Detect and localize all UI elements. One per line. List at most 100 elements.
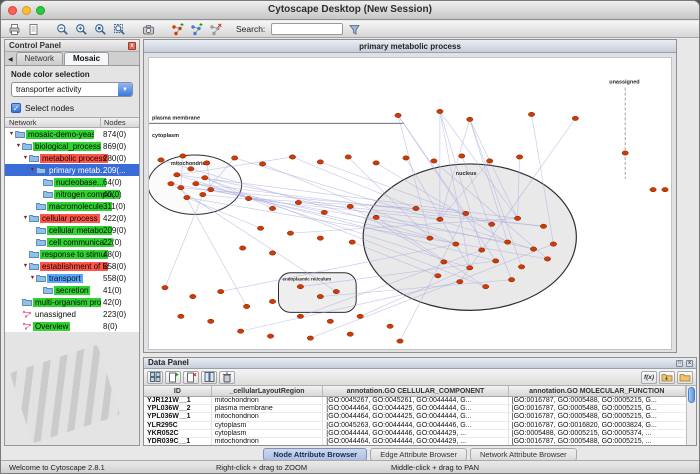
- network-node[interactable]: [257, 226, 263, 230]
- network-node[interactable]: [508, 278, 514, 282]
- network-node[interactable]: [467, 117, 473, 121]
- delete-attribute-button[interactable]: [183, 371, 199, 384]
- expander-icon[interactable]: ▼: [15, 143, 22, 149]
- filter-button[interactable]: [346, 22, 362, 37]
- export-button[interactable]: [25, 22, 41, 37]
- column-header[interactable]: ID: [144, 386, 212, 396]
- network-node[interactable]: [317, 236, 323, 240]
- tree-row[interactable]: Overview8(0): [5, 320, 139, 332]
- table-row[interactable]: YDR039C__1mitochondrion[GO:0044464, GO:0…: [144, 438, 686, 445]
- network-node[interactable]: [243, 304, 249, 308]
- network-node[interactable]: [347, 332, 353, 336]
- network-node[interactable]: [208, 319, 214, 323]
- tree-row[interactable]: nitrogen compo...40(0): [5, 188, 139, 200]
- network-node[interactable]: [349, 240, 355, 244]
- network-node[interactable]: [387, 324, 393, 328]
- zoom-fit-button[interactable]: [111, 22, 127, 37]
- network-node[interactable]: [459, 154, 465, 158]
- tab-scroll-left-icon[interactable]: ◀: [8, 56, 13, 63]
- panel-float-icon[interactable]: □: [676, 360, 683, 367]
- tree-row[interactable]: ▼metabolic process280(0): [5, 152, 139, 164]
- tree-row[interactable]: ▼cellular process422(0): [5, 212, 139, 224]
- table-row[interactable]: YLR295Ccytoplasm[GO:0045263, GO:0044444,…: [144, 422, 686, 430]
- network-node[interactable]: [297, 284, 303, 288]
- expander-icon[interactable]: ▼: [8, 131, 15, 137]
- network-node[interactable]: [178, 314, 184, 318]
- open-attributes-button[interactable]: [677, 371, 693, 384]
- network-node[interactable]: [333, 289, 339, 293]
- tree-row[interactable]: multi-organism pro...42(0): [5, 296, 139, 308]
- network-node[interactable]: [295, 200, 301, 204]
- create-attribute-button[interactable]: [165, 371, 181, 384]
- tree-row[interactable]: unassigned223(0): [5, 308, 139, 320]
- network-node[interactable]: [269, 251, 275, 255]
- search-input[interactable]: [271, 23, 343, 35]
- tab-mosaic[interactable]: Mosaic: [64, 52, 109, 65]
- select-attributes-button[interactable]: [147, 371, 163, 384]
- network-node[interactable]: [662, 187, 668, 191]
- network-node[interactable]: [373, 161, 379, 165]
- annotation-button[interactable]: [207, 22, 223, 37]
- select-nodes-checkbox[interactable]: ✓: [11, 103, 21, 113]
- network-node[interactable]: [395, 113, 401, 117]
- network-node[interactable]: [239, 246, 245, 250]
- network-node[interactable]: [457, 280, 463, 284]
- network-node[interactable]: [622, 151, 628, 155]
- network-node[interactable]: [403, 156, 409, 160]
- network-node[interactable]: [184, 195, 190, 199]
- network-node[interactable]: [190, 294, 196, 298]
- expander-icon[interactable]: ▼: [22, 215, 29, 221]
- network-node[interactable]: [514, 216, 520, 220]
- table-row[interactable]: YPL036W__2plasma membrane[GO:0044464, GO…: [144, 405, 686, 413]
- network-node[interactable]: [427, 236, 433, 240]
- network-node[interactable]: [479, 248, 485, 252]
- network-node[interactable]: [540, 224, 546, 228]
- network-node[interactable]: [174, 173, 180, 177]
- network-node[interactable]: [488, 222, 494, 226]
- network-node[interactable]: [467, 266, 473, 270]
- tree-row[interactable]: ▼primary metab...209(...: [5, 164, 139, 176]
- tree-row[interactable]: ▼mosaic-demo-yeast874(0): [5, 128, 139, 140]
- network-node[interactable]: [373, 215, 379, 219]
- table-row[interactable]: YPL036W__1mitochondrion[GO:0044464, GO:0…: [144, 413, 686, 421]
- tree-row[interactable]: macromolecule...311(0): [5, 200, 139, 212]
- network-node[interactable]: [158, 158, 164, 162]
- network-node[interactable]: [188, 167, 194, 171]
- column-header[interactable]: _cellularLayoutRegion: [212, 386, 324, 396]
- trash-button[interactable]: [219, 371, 235, 384]
- column-header[interactable]: annotation.GO MOLECULAR_FUNCTION: [509, 386, 686, 396]
- network-node[interactable]: [431, 159, 437, 163]
- network-node[interactable]: [289, 155, 295, 159]
- network-node[interactable]: [269, 299, 275, 303]
- network-node[interactable]: [168, 182, 174, 186]
- scrollbar-thumb[interactable]: [688, 387, 695, 403]
- network-canvas[interactable]: plasma membranecytoplasmmitochondrionnuc…: [148, 57, 672, 350]
- tree-row[interactable]: ▼biological_process869(0): [5, 140, 139, 152]
- network-node[interactable]: [208, 187, 214, 191]
- network-node[interactable]: [200, 192, 206, 196]
- panel-close-icon[interactable]: x: [128, 42, 136, 50]
- network-node[interactable]: [231, 156, 237, 160]
- network-node[interactable]: [572, 116, 578, 120]
- tree-row[interactable]: cellular metabo...209(0): [5, 224, 139, 236]
- network-node[interactable]: [441, 260, 447, 264]
- column-header[interactable]: annotation.GO CELLULAR_COMPONENT: [323, 386, 508, 396]
- tree-row[interactable]: nucleobase...64(0): [5, 176, 139, 188]
- expander-icon[interactable]: ▼: [29, 275, 36, 281]
- network-node[interactable]: [218, 289, 224, 293]
- zoom-in-button[interactable]: [73, 22, 89, 37]
- network-node[interactable]: [237, 329, 243, 333]
- tree-row[interactable]: ▼establishment of lo...558(0): [5, 260, 139, 272]
- network-node[interactable]: [267, 334, 273, 338]
- network-node[interactable]: [321, 210, 327, 214]
- network-node[interactable]: [528, 112, 534, 116]
- network-node[interactable]: [287, 231, 293, 235]
- expander-icon[interactable]: ▼: [29, 167, 36, 173]
- network-node[interactable]: [518, 265, 524, 269]
- expander-icon[interactable]: ▼: [22, 155, 29, 161]
- network-node[interactable]: [463, 211, 469, 215]
- table-row[interactable]: YJR121W__1mitochondrion[GO:0045267, GO:0…: [144, 397, 686, 405]
- network-node[interactable]: [504, 240, 510, 244]
- network-node[interactable]: [437, 109, 443, 113]
- panel-close-icon[interactable]: x: [686, 360, 693, 367]
